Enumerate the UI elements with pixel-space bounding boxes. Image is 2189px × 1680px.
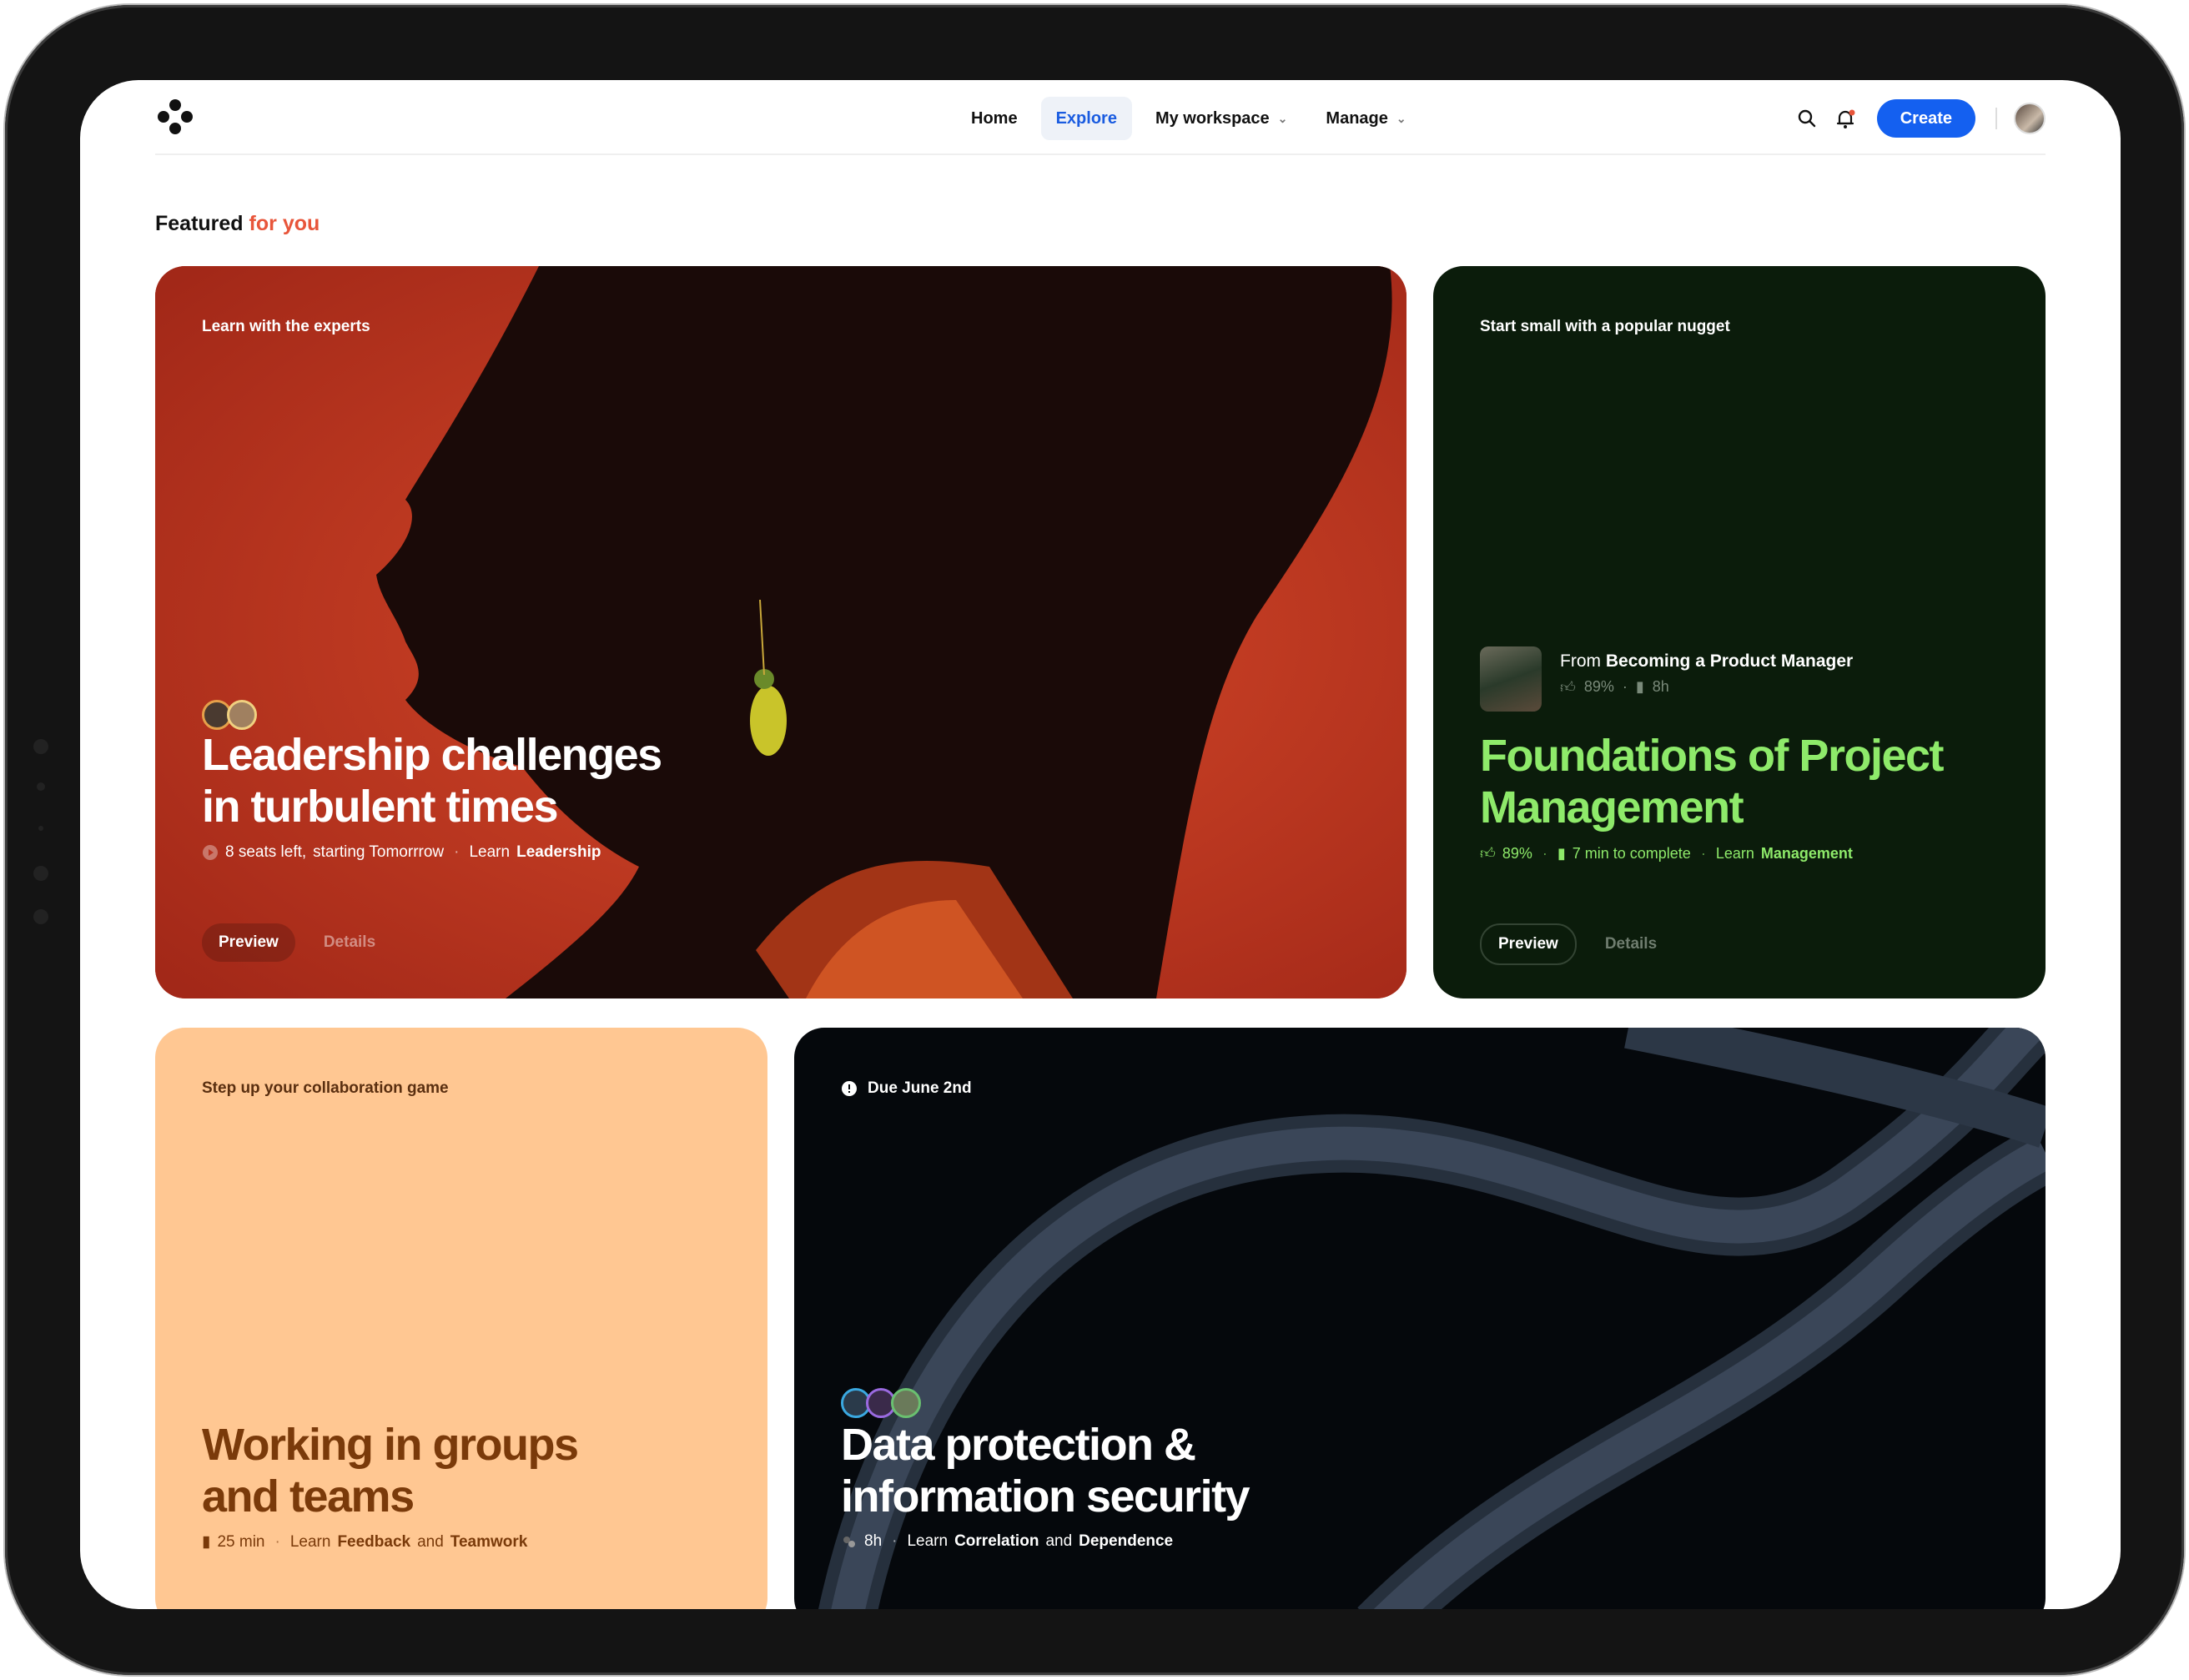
bell-icon[interactable]	[1830, 103, 1860, 133]
card-title: Working in groups and teams	[202, 1420, 579, 1522]
chevron-down-icon: ⌄	[1277, 111, 1288, 125]
create-button[interactable]: Create	[1876, 99, 1975, 138]
nav-home[interactable]: Home	[956, 97, 1033, 140]
instructor-avatar	[227, 700, 257, 730]
nav-explore[interactable]: Explore	[1040, 97, 1132, 140]
alert-icon	[842, 1081, 857, 1096]
search-icon[interactable]	[1792, 103, 1822, 133]
thumbs-up-icon: 👍︎	[1560, 679, 1576, 696]
card-eyebrow: Due June 2nd	[841, 1079, 972, 1098]
preview-button[interactable]: Preview	[1480, 923, 1577, 965]
thumbs-up-icon: 👍︎	[1480, 845, 1496, 862]
app-logo[interactable]	[155, 97, 195, 137]
card-title: Foundations of Project Management	[1480, 731, 1945, 832]
instructor-avatar	[891, 1388, 921, 1418]
card-data-protection[interactable]: Due June 2nd Data protection & informati…	[794, 1028, 2046, 1609]
instructor-avatars	[841, 1388, 921, 1418]
card-meta: 8h · Learn Correlation and Dependence	[841, 1532, 1173, 1551]
top-header: Home Explore My workspace ⌄ Manage ⌄ Creat…	[155, 80, 2046, 155]
instructor-avatars	[202, 700, 257, 730]
divider	[1995, 108, 1997, 129]
portrait-image	[155, 266, 1406, 998]
header-tools: Create	[1784, 97, 2046, 140]
bookmark-icon: ▮	[1557, 844, 1566, 862]
card-eyebrow: Learn with the experts	[202, 318, 370, 335]
course-thumbnail	[1480, 646, 1542, 712]
card-project-management[interactable]: Start small with a popular nugget From B…	[1433, 266, 2046, 998]
nav-my-workspace[interactable]: My workspace ⌄	[1140, 97, 1302, 140]
card-leadership[interactable]: Learn with the experts Leadership challe…	[155, 266, 1406, 998]
card-eyebrow: Step up your collaboration game	[202, 1079, 449, 1097]
card-meta: 👍︎ 89% · ▮ 7 min to complete · Learn Man…	[1480, 844, 1853, 863]
bookmark-icon: ▮	[1635, 678, 1644, 695]
bookmark-icon: ▮	[202, 1533, 211, 1551]
main-nav: Home Explore My workspace ⌄ Manage ⌄	[956, 97, 1422, 140]
play-icon	[203, 845, 218, 860]
section-title: Featured for you	[155, 212, 320, 235]
card-working-in-groups[interactable]: Step up your collaboration game Working …	[155, 1028, 767, 1609]
tablet-frame: Home Explore My workspace ⌄ Manage ⌄ Creat…	[5, 5, 2184, 1675]
source-course: From Becoming a Product Manager 👍︎ 89% ·…	[1480, 646, 1853, 712]
card-actions: Preview Details	[202, 923, 392, 962]
card-title: Data protection & information security	[841, 1420, 1250, 1522]
nav-manage[interactable]: Manage ⌄	[1311, 97, 1421, 140]
details-button[interactable]: Details	[1588, 925, 1673, 963]
card-eyebrow: Start small with a popular nugget	[1480, 318, 1730, 335]
user-avatar[interactable]	[2014, 103, 2046, 134]
link-icon	[843, 1537, 855, 1547]
screen: Home Explore My workspace ⌄ Manage ⌄ Creat…	[80, 80, 2121, 1609]
preview-button[interactable]: Preview	[202, 923, 295, 962]
details-button[interactable]: Details	[307, 923, 392, 962]
chevron-down-icon: ⌄	[1396, 111, 1406, 125]
card-meta: ▮ 25 min · Learn Feedback and Teamwork	[202, 1532, 528, 1552]
card-title: Leadership challenges in turbulent times	[202, 730, 662, 832]
card-actions: Preview Details	[1480, 923, 1673, 965]
card-meta: 8 seats left, starting Tomorrrow · Learn…	[202, 843, 601, 862]
side-sensors	[32, 739, 48, 939]
